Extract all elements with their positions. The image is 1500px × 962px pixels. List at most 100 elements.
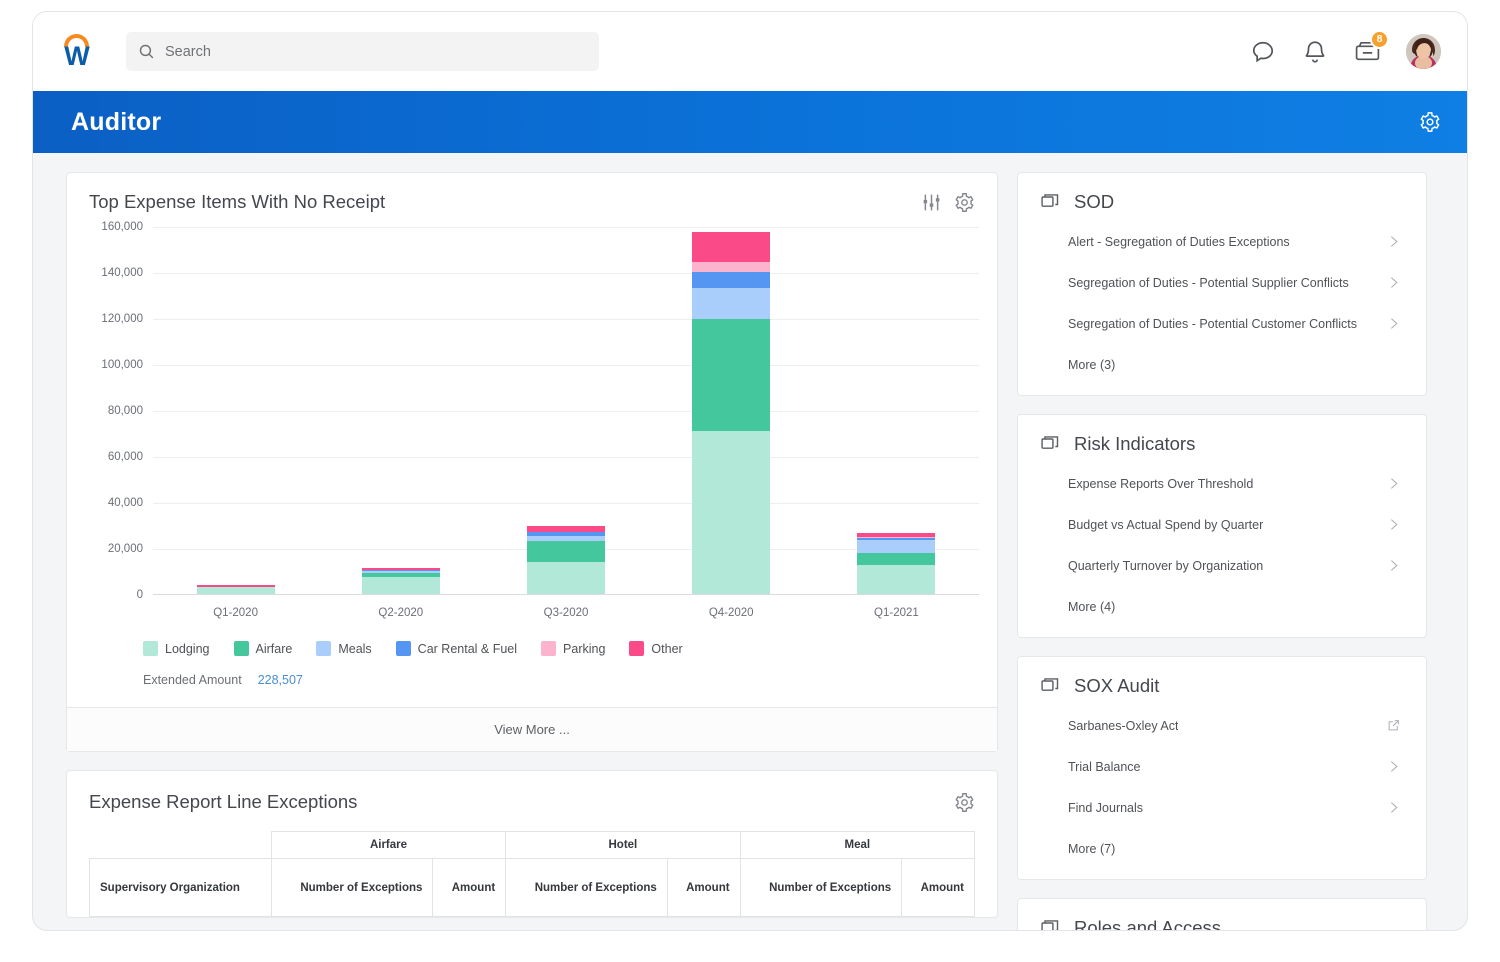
sidebar-item-label: Find Journals <box>1068 801 1143 815</box>
inbox-icon[interactable]: 8 <box>1354 39 1380 65</box>
column-meal-amount[interactable]: Amount <box>902 859 975 917</box>
legend-item[interactable]: Car Rental & Fuel <box>396 641 517 656</box>
column-hotel-amount[interactable]: Amount <box>667 859 740 917</box>
search-input[interactable]: Search <box>126 32 599 71</box>
column-meal-number-of-exceptions[interactable]: Number of Exceptions <box>740 859 902 917</box>
stacked-bar[interactable] <box>362 568 440 594</box>
sidebar-more-link[interactable]: More (4) <box>1040 586 1404 627</box>
column-airfare-number-of-exceptions[interactable]: Number of Exceptions <box>271 859 433 917</box>
x-axis-tick-label: Q2-2020 <box>318 594 483 619</box>
stacked-windows-icon <box>1040 434 1060 454</box>
bar-segment[interactable] <box>857 553 935 565</box>
chevron-right-icon[interactable] <box>1387 801 1400 814</box>
table-group-hotel: Hotel <box>506 832 740 859</box>
y-axis-tick-label: 40,000 <box>108 497 143 509</box>
table-title: Expense Report Line Exceptions <box>89 791 357 813</box>
sidebar-card-header: SOD <box>1040 191 1404 213</box>
app-window: W Search <box>33 12 1467 930</box>
legend-item[interactable]: Lodging <box>143 641 210 656</box>
chat-icon[interactable] <box>1250 39 1276 65</box>
expense-exceptions-table: Airfare Hotel Meal Supervisory Organizat… <box>89 831 975 917</box>
sidebar-item-label: More (7) <box>1068 842 1115 856</box>
x-axis-tick-label: Q1-2020 <box>153 594 318 619</box>
bar-segment[interactable] <box>692 262 770 272</box>
stacked-bar[interactable] <box>692 232 770 594</box>
sidebar-list-item[interactable]: Expense Reports Over Threshold <box>1040 463 1404 504</box>
bar-segment[interactable] <box>527 541 605 562</box>
chevron-right-icon[interactable] <box>1387 518 1400 531</box>
sidebar-list-item[interactable]: Segregation of Duties - Potential Suppli… <box>1040 262 1404 303</box>
table-group-airfare: Airfare <box>271 832 505 859</box>
view-more-button[interactable]: View More ... <box>67 707 997 751</box>
legend-item[interactable]: Meals <box>316 641 371 656</box>
sidebar-list-item[interactable]: Alert - Segregation of Duties Exceptions <box>1040 221 1404 262</box>
extended-amount-value[interactable]: 228,507 <box>258 673 303 687</box>
chevron-right-icon[interactable] <box>1387 559 1400 572</box>
stacked-windows-icon <box>1040 192 1060 212</box>
table-group-meal: Meal <box>740 832 974 859</box>
sidebar-card-list: Alert - Segregation of Duties Exceptions… <box>1040 221 1404 385</box>
sidebar-item-label: More (4) <box>1068 600 1115 614</box>
sidebar-more-link[interactable]: More (3) <box>1040 344 1404 385</box>
bar-segment[interactable] <box>857 540 935 553</box>
sidebar-list-item[interactable]: Budget vs Actual Spend by Quarter <box>1040 504 1404 545</box>
bar-segment[interactable] <box>692 431 770 594</box>
chevron-right-icon[interactable] <box>1387 235 1400 248</box>
bar-segment[interactable] <box>692 272 770 288</box>
table-group-header-row: Airfare Hotel Meal <box>90 832 975 859</box>
extended-amount-row: Extended Amount 228,507 <box>67 656 997 687</box>
sidebar-list-item[interactable]: Trial Balance <box>1040 746 1404 787</box>
sidebar-item-label: Quarterly Turnover by Organization <box>1068 559 1263 573</box>
chevron-right-icon[interactable] <box>1387 317 1400 330</box>
chevron-right-icon[interactable] <box>1387 760 1400 773</box>
stacked-bar[interactable] <box>197 585 275 594</box>
filter-sliders-icon[interactable] <box>921 192 942 213</box>
sidebar-card-title: SOX Audit <box>1074 675 1159 697</box>
legend-item[interactable]: Other <box>629 641 682 656</box>
header-gear-icon[interactable] <box>1419 111 1441 133</box>
table-gear-icon[interactable] <box>954 792 975 813</box>
legend-label: Parking <box>563 642 605 656</box>
sidebar-card: SOD Alert - Segregation of Duties Excepti… <box>1017 172 1427 396</box>
external-link-icon[interactable] <box>1387 719 1400 732</box>
sidebar-list-item[interactable]: Segregation of Duties - Potential Custom… <box>1040 303 1404 344</box>
chart-gear-icon[interactable] <box>954 192 975 213</box>
legend-item[interactable]: Parking <box>541 641 605 656</box>
bar-segment[interactable] <box>197 587 275 594</box>
y-axis-tick-label: 80,000 <box>108 405 143 417</box>
chevron-right-icon[interactable] <box>1387 477 1400 490</box>
sidebar-list-item[interactable]: Sarbanes-Oxley Act <box>1040 705 1404 746</box>
x-axis-tick-label: Q3-2020 <box>483 594 648 619</box>
stacked-bar[interactable] <box>857 533 935 594</box>
sidebar-list-item[interactable]: Find Journals <box>1040 787 1404 828</box>
bar-segment[interactable] <box>362 577 440 594</box>
legend-swatch <box>316 641 331 656</box>
column-hotel-number-of-exceptions[interactable]: Number of Exceptions <box>506 859 668 917</box>
y-axis-tick-label: 140,000 <box>101 267 143 279</box>
workday-logo[interactable]: W <box>55 30 99 74</box>
stacked-bar[interactable] <box>527 526 605 594</box>
sidebar-item-label: Budget vs Actual Spend by Quarter <box>1068 518 1263 532</box>
avatar[interactable] <box>1406 34 1441 69</box>
chevron-right-icon[interactable] <box>1387 276 1400 289</box>
legend-swatch <box>234 641 249 656</box>
bar-segment[interactable] <box>692 319 770 431</box>
legend-item[interactable]: Airfare <box>234 641 293 656</box>
chart-card-actions <box>921 192 975 213</box>
column-airfare-amount[interactable]: Amount <box>433 859 506 917</box>
bar-segment[interactable] <box>692 288 770 319</box>
y-axis-tick-label: 100,000 <box>101 359 143 371</box>
notifications-icon[interactable] <box>1302 39 1328 65</box>
legend-swatch <box>143 641 158 656</box>
topbar-actions: 8 <box>1250 34 1441 69</box>
sidebar-more-link[interactable]: More (7) <box>1040 828 1404 869</box>
sidebar-list-item[interactable]: Quarterly Turnover by Organization <box>1040 545 1404 586</box>
column-supervisory-organization[interactable]: Supervisory Organization <box>90 859 272 917</box>
bar-segment[interactable] <box>692 232 770 262</box>
bar-segment[interactable] <box>857 565 935 594</box>
sidebar-item-label: Alert - Segregation of Duties Exceptions <box>1068 235 1290 249</box>
legend-label: Car Rental & Fuel <box>418 642 517 656</box>
bar-segment[interactable] <box>527 562 605 594</box>
chart-title: Top Expense Items With No Receipt <box>89 191 385 213</box>
table-group-blank <box>90 832 272 859</box>
